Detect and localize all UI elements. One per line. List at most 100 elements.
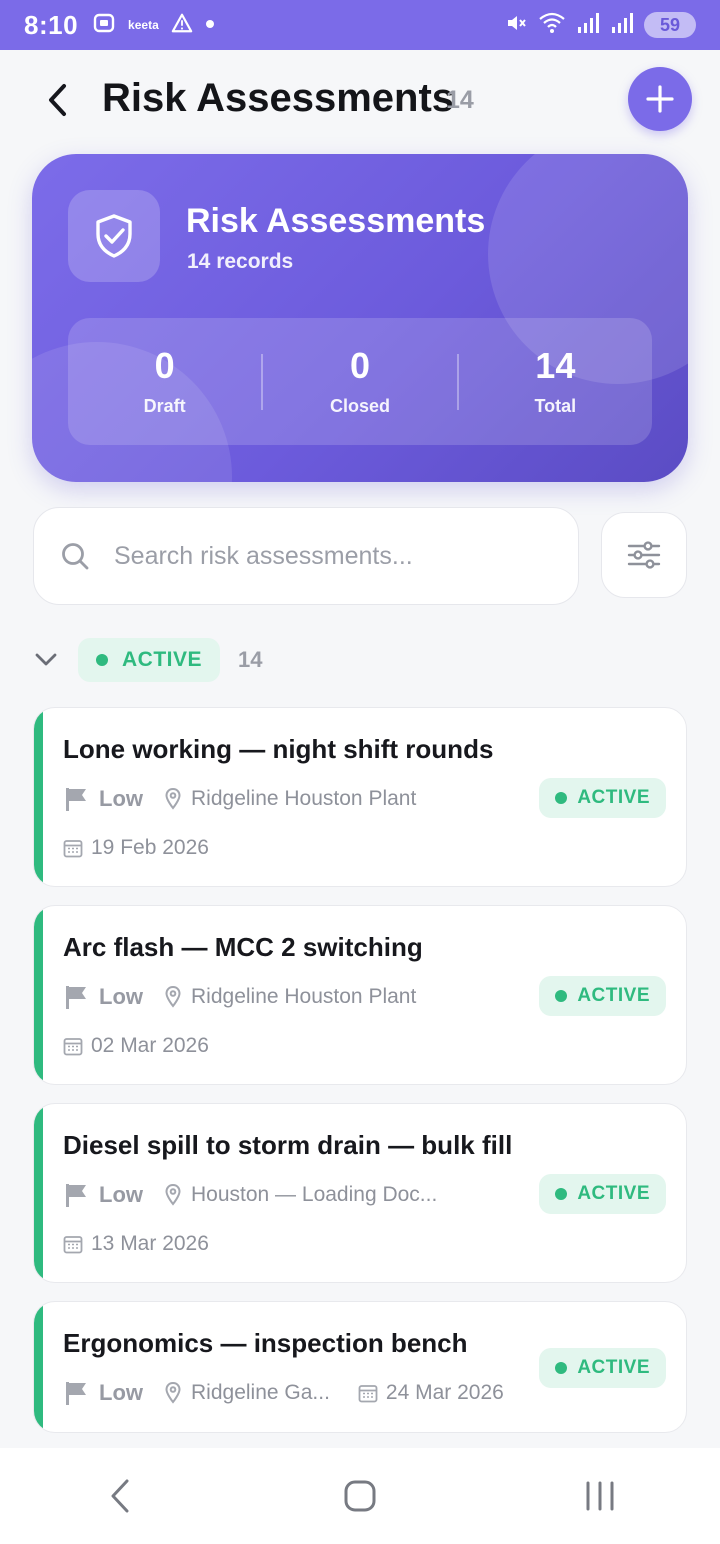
summary-subtitle: 14 records	[187, 250, 294, 273]
status-time: 8:10	[24, 9, 79, 40]
flag-icon	[63, 1182, 89, 1208]
calendar-icon	[358, 1385, 378, 1403]
location-pin-icon	[165, 1382, 181, 1404]
status-dot-icon	[96, 654, 108, 666]
flag-icon	[63, 1380, 89, 1406]
group-label: ACTIVE	[122, 648, 203, 671]
card-status-accent	[34, 1302, 43, 1432]
nav-back-button[interactable]	[80, 1466, 160, 1526]
plus-icon	[646, 85, 674, 113]
location-pin-icon	[165, 788, 181, 810]
mute-icon	[504, 11, 528, 40]
stat-value: 0	[349, 345, 370, 386]
stat-label: Total	[534, 396, 577, 416]
stat-total: 14 Total	[459, 346, 652, 417]
card-date-row: 02 Mar 2026	[63, 1034, 209, 1058]
card-meta-row: Low Ridgeline Ga... 24 Mar 2026	[63, 1380, 504, 1406]
signal-icon-2	[610, 12, 634, 39]
date-label: 13 Mar 2026	[91, 1232, 209, 1255]
group-count: 14	[238, 647, 263, 672]
nav-back-icon	[111, 1479, 129, 1513]
system-nav-bar	[0, 1448, 720, 1544]
card-meta-row: Low Houston — Loading Doc...	[63, 1182, 437, 1208]
status-label: ACTIVE	[577, 985, 650, 1006]
stat-label: Closed	[329, 396, 390, 416]
status-badge: ACTIVE	[539, 778, 666, 818]
stat-draft: 0 Draft	[68, 346, 261, 417]
stat-closed: 0 Closed	[263, 346, 456, 417]
location-label: Ridgeline Ga...	[191, 1381, 330, 1404]
flag-icon	[63, 786, 89, 812]
card-title: Lone working — night shift rounds	[63, 734, 494, 764]
card-status-accent	[34, 708, 43, 886]
stats-panel: 0 Draft 0 Closed 14 Total	[68, 318, 652, 445]
stat-value: 14	[535, 345, 576, 386]
location-label: Ridgeline Houston Plant	[191, 787, 417, 810]
back-button[interactable]	[36, 78, 80, 122]
wifi-icon	[538, 11, 566, 40]
card-meta-row: Low Ridgeline Houston Plant	[63, 786, 416, 812]
assessment-card[interactable]: Diesel spill to storm drain — bulk fill …	[33, 1103, 687, 1283]
assessment-card[interactable]: Arc flash — MCC 2 switching Low Ridgelin…	[33, 905, 687, 1085]
app-notification-label: keeta	[128, 18, 159, 32]
card-date-row: 13 Mar 2026	[63, 1232, 209, 1256]
stat-label: Draft	[143, 396, 186, 416]
search-box	[33, 507, 579, 605]
warning-icon	[171, 12, 193, 39]
status-badge: ACTIVE	[539, 976, 666, 1016]
app-header: Risk Assessments 14	[0, 50, 720, 150]
shield-check-icon-box	[68, 190, 160, 282]
location-label: Houston — Loading Doc...	[191, 1183, 438, 1206]
status-badge: ACTIVE	[539, 1174, 666, 1214]
card-title: Arc flash — MCC 2 switching	[63, 932, 423, 962]
flag-icon	[63, 984, 89, 1010]
search-icon	[62, 543, 89, 570]
location-pin-icon	[165, 986, 181, 1008]
assessment-card[interactable]: Ergonomics — inspection bench Low Ridgel…	[33, 1301, 687, 1433]
status-dot-icon	[555, 792, 568, 804]
status-dot-icon	[555, 990, 568, 1002]
severity-label: Low	[99, 786, 143, 811]
date-label: 02 Mar 2026	[91, 1034, 209, 1057]
card-title: Ergonomics — inspection bench	[63, 1328, 468, 1358]
back-arrow-icon	[49, 84, 66, 116]
card-date-row: 19 Feb 2026	[63, 836, 209, 860]
card-title: Diesel spill to storm drain — bulk fill	[63, 1130, 513, 1160]
add-assessment-button[interactable]	[628, 67, 692, 131]
shield-check-icon	[96, 214, 132, 258]
date-label: 19 Feb 2026	[91, 836, 209, 859]
card-meta-row: Low Ridgeline Houston Plant	[63, 984, 416, 1010]
calendar-icon	[63, 1038, 83, 1056]
status-badge: ACTIVE	[539, 1348, 666, 1388]
signal-icon	[576, 12, 600, 39]
search-input[interactable]	[114, 541, 514, 571]
severity-label: Low	[99, 984, 143, 1009]
status-label: ACTIVE	[577, 1183, 650, 1204]
battery-indicator: 59	[644, 12, 696, 38]
page-count: 14	[446, 86, 474, 114]
status-group-header[interactable]: ACTIVE 14	[30, 638, 263, 682]
card-status-accent	[34, 906, 43, 1084]
chevron-down-icon[interactable]	[30, 644, 62, 676]
calendar-icon	[63, 840, 83, 858]
sliders-icon	[627, 541, 661, 569]
calendar-icon	[63, 1236, 83, 1254]
screenshot-icon	[92, 11, 116, 40]
summary-card: Risk Assessments 14 records 0 Draft 0 Cl…	[32, 154, 688, 482]
location-pin-icon	[165, 1184, 181, 1206]
nav-home-button[interactable]	[320, 1466, 400, 1526]
location-label: Ridgeline Houston Plant	[191, 985, 417, 1008]
card-status-accent	[34, 1104, 43, 1282]
group-status-badge: ACTIVE	[78, 638, 221, 682]
status-dot-icon	[555, 1188, 568, 1200]
filter-button[interactable]	[601, 512, 687, 598]
stat-value: 0	[154, 345, 175, 386]
page-title: Risk Assessments	[102, 76, 455, 120]
status-dot-icon	[555, 1362, 568, 1374]
date-label: 24 Mar 2026	[385, 1381, 504, 1404]
severity-label: Low	[99, 1182, 143, 1207]
assessment-card[interactable]: Lone working — night shift rounds Low Ri…	[33, 707, 687, 887]
nav-recents-icon	[586, 1481, 614, 1511]
status-bar: 8:10 keeta 59	[0, 0, 720, 50]
nav-recents-button[interactable]	[560, 1466, 640, 1526]
